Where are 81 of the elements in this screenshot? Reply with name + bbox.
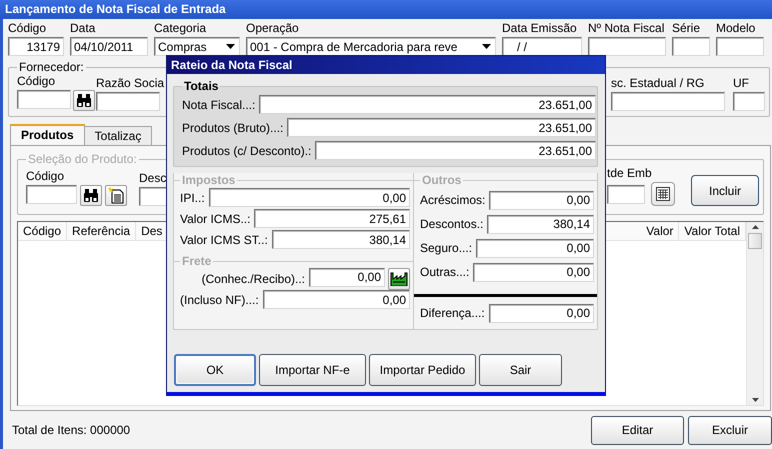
calculator-icon bbox=[656, 187, 670, 201]
field-label: Código bbox=[17, 74, 56, 88]
item-count: Total de Itens: 000000 bbox=[12, 423, 130, 437]
input-field[interactable]: 0,00 bbox=[488, 304, 594, 322]
column-header[interactable]: Referência bbox=[67, 222, 136, 240]
window-title: Lançamento de Nota Fiscal de Entrada bbox=[0, 0, 772, 19]
field-label: Seguro...: bbox=[420, 241, 472, 255]
field-label: tde Emb bbox=[607, 166, 653, 180]
field-label: Diferença...: bbox=[420, 306, 485, 320]
field-label: Nota Fiscal...: bbox=[182, 98, 256, 112]
dropdown-arrow-icon bbox=[226, 44, 235, 49]
field-label: IPI..: bbox=[180, 190, 205, 204]
new-product-button[interactable] bbox=[105, 185, 127, 206]
dropdown[interactable]: 001 - Compra de Mercadoria para reve bbox=[246, 37, 496, 56]
input-field[interactable] bbox=[96, 92, 160, 111]
field-label: Valor ICMS..: bbox=[180, 212, 250, 226]
field-label: Razão Socia bbox=[96, 76, 164, 90]
group-label: Frete bbox=[181, 254, 212, 268]
field-label: UF bbox=[733, 76, 750, 90]
delete-button[interactable]: Excluir bbox=[688, 416, 772, 444]
scrollbar-thumb[interactable] bbox=[748, 233, 762, 249]
field-label: Acréscimos: bbox=[420, 193, 486, 207]
input-field[interactable]: 23.651,00 bbox=[259, 95, 596, 114]
field-label: Outras...: bbox=[420, 265, 470, 279]
input-field[interactable] bbox=[733, 92, 765, 111]
column-header[interactable]: Valor bbox=[641, 222, 680, 240]
field-label: Série bbox=[672, 21, 702, 35]
field-label: Produtos (c/ Desconto).: bbox=[182, 144, 312, 158]
dropdown-arrow-icon bbox=[482, 44, 491, 49]
search-button[interactable] bbox=[80, 185, 102, 206]
group-label: Outros bbox=[421, 173, 462, 187]
tab[interactable]: Produtos bbox=[10, 124, 85, 145]
field-label: Modelo bbox=[716, 21, 756, 35]
dialog-button[interactable]: Sair bbox=[479, 354, 562, 386]
dialog-title: Rateio da Nota Fiscal bbox=[167, 56, 605, 74]
field-label: Valor ICMS ST..: bbox=[180, 232, 268, 246]
field-label: Categoria bbox=[154, 21, 208, 35]
field-label: sc. Estadual / RG bbox=[611, 76, 706, 90]
binoculars-icon bbox=[83, 189, 99, 202]
input-field[interactable] bbox=[26, 185, 77, 204]
group-label: Totais bbox=[183, 79, 220, 93]
input-field[interactable]: 04/10/2011 bbox=[70, 37, 148, 56]
input-field[interactable] bbox=[672, 37, 710, 56]
calculator-button[interactable] bbox=[651, 182, 675, 206]
field-label: Data Emissão bbox=[502, 21, 578, 35]
binoculars-icon bbox=[76, 94, 92, 107]
freight-button[interactable] bbox=[388, 268, 410, 290]
column-header[interactable]: Código bbox=[18, 222, 68, 240]
field-label: Nº Nota Fiscal bbox=[588, 21, 666, 35]
input-field[interactable] bbox=[611, 92, 725, 111]
input-field[interactable]: 23.651,00 bbox=[287, 118, 596, 137]
scroll-up-icon[interactable] bbox=[752, 225, 758, 229]
group-label: Impostos bbox=[181, 173, 236, 187]
field-label: Código bbox=[26, 169, 66, 183]
field-label: Data bbox=[70, 21, 96, 35]
factory-icon bbox=[390, 271, 408, 286]
field-label: (Conhec./Recibo)..: bbox=[202, 272, 305, 286]
input-field[interactable] bbox=[588, 37, 666, 56]
search-button[interactable] bbox=[73, 90, 95, 111]
input-field[interactable] bbox=[716, 37, 764, 56]
field-label: Produtos (Bruto)...: bbox=[182, 120, 284, 134]
field-label: Descontos.: bbox=[420, 217, 484, 231]
dialog-button[interactable]: Importar Pedido bbox=[369, 354, 476, 386]
new-document-icon bbox=[108, 187, 124, 204]
dropdown[interactable]: Compras bbox=[154, 37, 240, 56]
group-label: Fornecedor: bbox=[18, 60, 85, 74]
dialog-button[interactable]: OK bbox=[174, 354, 256, 386]
tab[interactable]: Totalizaç bbox=[84, 126, 152, 145]
edit-button[interactable]: Editar bbox=[591, 416, 684, 444]
field-label: Código bbox=[8, 21, 48, 35]
field-label: (Incluso NF)...: bbox=[180, 292, 259, 306]
group-label: Seleção do Produto: bbox=[27, 152, 138, 166]
date-field[interactable]: / / bbox=[502, 37, 582, 56]
scroll-down-icon[interactable] bbox=[752, 398, 758, 402]
field-label: Operação bbox=[246, 21, 300, 35]
input-field[interactable]: 13179 bbox=[8, 37, 64, 56]
input-field[interactable] bbox=[607, 184, 645, 204]
dialog-button[interactable]: Importar NF-e bbox=[259, 354, 366, 386]
field-label: Desc bbox=[139, 171, 168, 185]
input-field[interactable] bbox=[17, 90, 71, 109]
input-field[interactable]: 23.651,00 bbox=[315, 141, 596, 160]
